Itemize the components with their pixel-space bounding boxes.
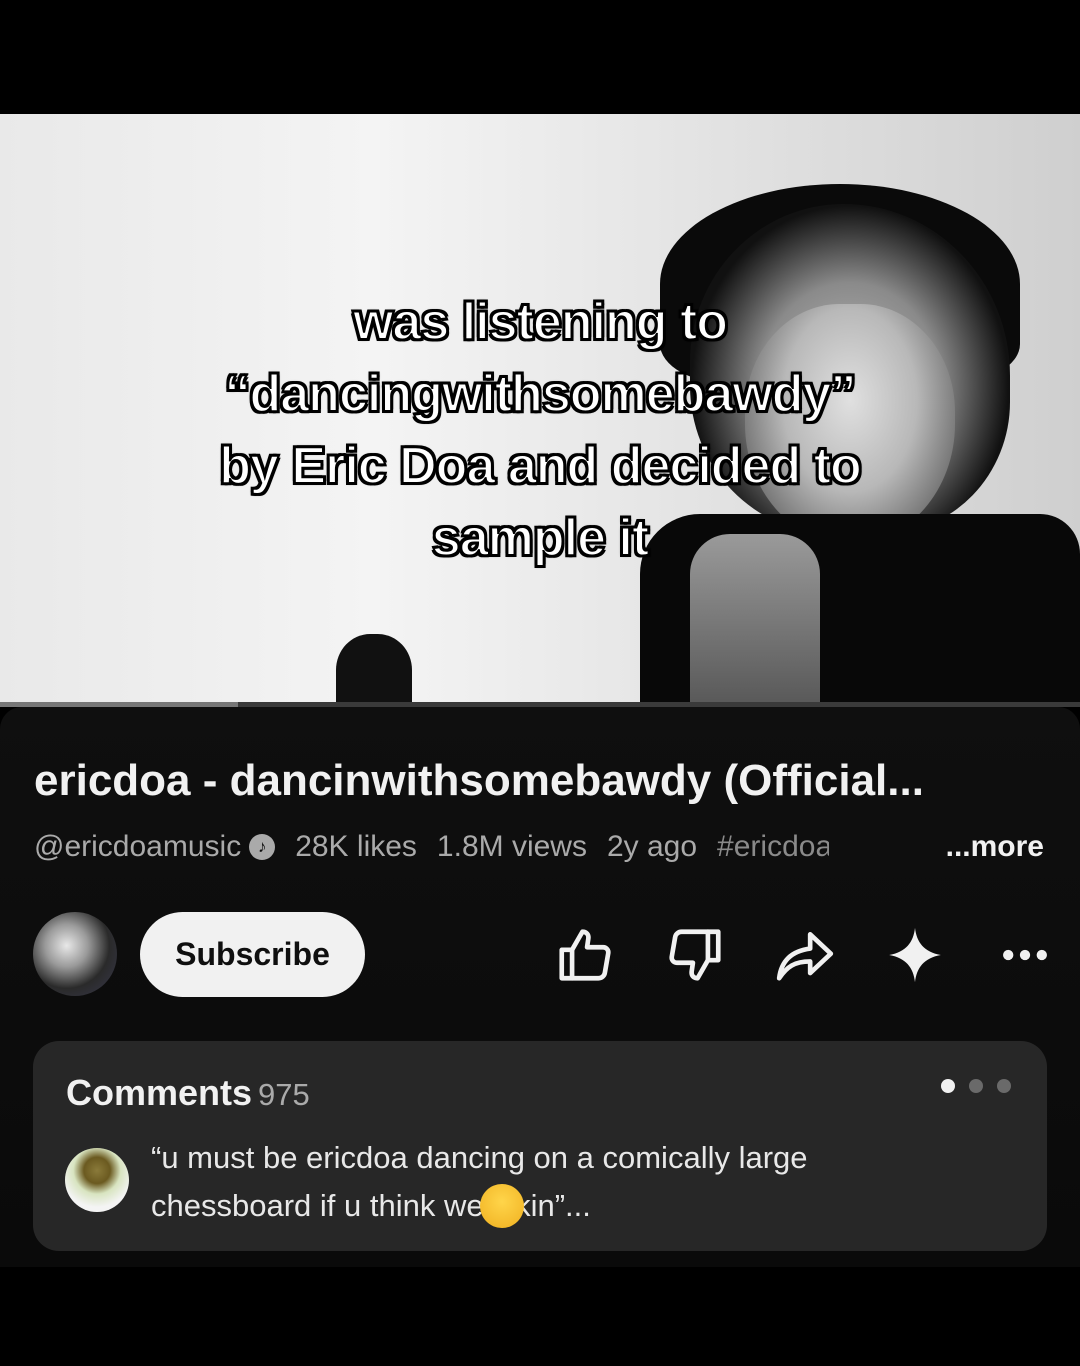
comments-pager [941, 1079, 1011, 1093]
pleading-face-emoji-icon [479, 1183, 524, 1228]
comments-card[interactable]: Comments 975 “u must be ericdoa dancing o… [33, 1041, 1047, 1251]
commenter-avatar[interactable] [65, 1148, 129, 1212]
pager-dot [941, 1079, 955, 1093]
more-description-button[interactable]: ...more [946, 830, 1044, 864]
caption-line: by Eric Doa and decided to [218, 436, 862, 496]
dislike-icon [669, 929, 721, 981]
like-button[interactable] [550, 920, 620, 990]
comments-heading-group: Comments 975 [66, 1072, 310, 1114]
video-frame-vase [336, 634, 412, 706]
more-options-button[interactable] [990, 920, 1060, 990]
video-meta-row[interactable]: @ericdoamusic ♪ 28K likes 1.8M views 2y … [34, 830, 1044, 864]
share-icon [776, 932, 834, 981]
top-comment-start: “u must be ericdoa dancing on a comicall… [151, 1140, 808, 1223]
dislike-button[interactable] [660, 920, 730, 990]
pager-dot [997, 1079, 1011, 1093]
caption-line: “dancingwithsomebawdy” [224, 364, 858, 424]
views-count: 1.8M views [436, 830, 587, 863]
sparkle-icon [889, 927, 941, 983]
video-title[interactable]: ericdoa - dancinwithsomebawdy (Official.… [34, 756, 924, 806]
channel-handle-group[interactable]: @ericdoamusic ♪ [34, 830, 276, 864]
channel-handle[interactable]: @ericdoamusic [34, 830, 241, 864]
channel-avatar[interactable] [33, 912, 117, 996]
upload-age: 2y ago [606, 830, 698, 863]
music-note-icon: ♪ [249, 834, 276, 860]
likes-count: 28K likes [295, 830, 417, 863]
comments-count: 975 [258, 1077, 310, 1112]
caption-line: was listening to [352, 292, 729, 352]
comments-heading: Comments [66, 1072, 253, 1113]
video-caption-overlay: was listening to “dancingwithsomebawdy” … [90, 286, 990, 574]
ai-summary-button[interactable] [880, 920, 950, 990]
hashtag-link[interactable]: #ericdoa [717, 830, 829, 864]
top-comment-text[interactable]: “u must be ericdoa dancing on a comicall… [151, 1134, 911, 1230]
pager-dot [969, 1079, 983, 1093]
more-icon [1003, 949, 1047, 961]
caption-line: sample it [431, 508, 650, 568]
subscribe-button[interactable]: Subscribe [140, 912, 365, 997]
like-icon [559, 929, 611, 981]
share-button[interactable] [770, 920, 840, 990]
